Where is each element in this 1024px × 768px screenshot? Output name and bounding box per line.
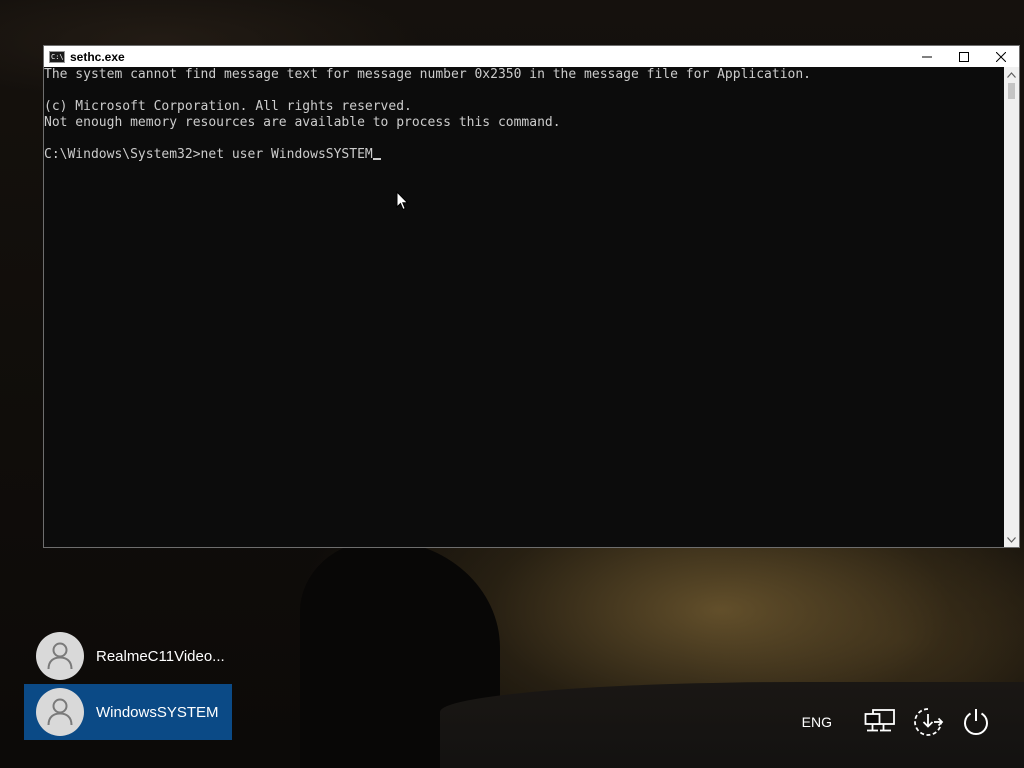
user-tile-windowssystem[interactable]: WindowsSYSTEM — [24, 684, 232, 740]
title-bar[interactable]: C:\ sethc.exe — [44, 46, 1019, 67]
console-line: The system cannot find message text for … — [44, 67, 812, 82]
console-output[interactable]: The system cannot find message text for … — [44, 67, 1004, 547]
window-title: sethc.exe — [70, 49, 125, 64]
minimize-icon — [921, 56, 932, 57]
mouse-pointer-icon — [396, 191, 409, 211]
language-indicator[interactable]: ENG — [802, 714, 832, 730]
console-window: C:\ sethc.exe The system cannot find mes… — [43, 45, 1020, 548]
user-tile-realme[interactable]: RealmeC11Video... — [24, 628, 232, 684]
user-name: WindowsSYSTEM — [96, 703, 219, 721]
scroll-down-button[interactable] — [1004, 532, 1019, 547]
ease-of-access-button[interactable] — [910, 704, 946, 740]
chevron-up-icon — [1007, 71, 1016, 78]
user-avatar-icon — [36, 632, 84, 680]
command-line[interactable]: C:\Windows\System32>net user WindowsSYST… — [44, 147, 1004, 163]
ease-of-access-icon — [914, 708, 944, 736]
maximize-button[interactable] — [945, 46, 982, 67]
console-line: Not enough memory resources are availabl… — [44, 115, 561, 130]
minimize-button[interactable] — [908, 46, 945, 67]
scroll-up-button[interactable] — [1004, 67, 1019, 82]
command-input[interactable]: net user WindowsSYSTEM — [201, 147, 373, 162]
vertical-scrollbar[interactable] — [1004, 67, 1019, 547]
user-avatar-icon — [36, 688, 84, 736]
console-icon: C:\ — [49, 50, 65, 63]
lock-screen-tray: ENG — [802, 702, 994, 742]
scrollbar-thumb[interactable] — [1008, 83, 1015, 99]
network-icon — [864, 709, 895, 732]
console-line: (c) Microsoft Corporation. All rights re… — [44, 99, 412, 114]
power-icon — [964, 709, 988, 735]
chevron-down-icon — [1007, 536, 1016, 543]
close-button[interactable] — [982, 46, 1019, 67]
maximize-icon — [958, 51, 969, 62]
network-button[interactable] — [862, 704, 898, 740]
power-button[interactable] — [958, 704, 994, 740]
close-icon — [995, 51, 1006, 62]
user-name: RealmeC11Video... — [96, 647, 225, 665]
window-controls — [908, 46, 1019, 67]
text-cursor — [372, 158, 381, 160]
lock-screen: C:\ sethc.exe The system cannot find mes… — [0, 0, 1024, 768]
command-prompt: C:\Windows\System32> — [44, 147, 201, 162]
